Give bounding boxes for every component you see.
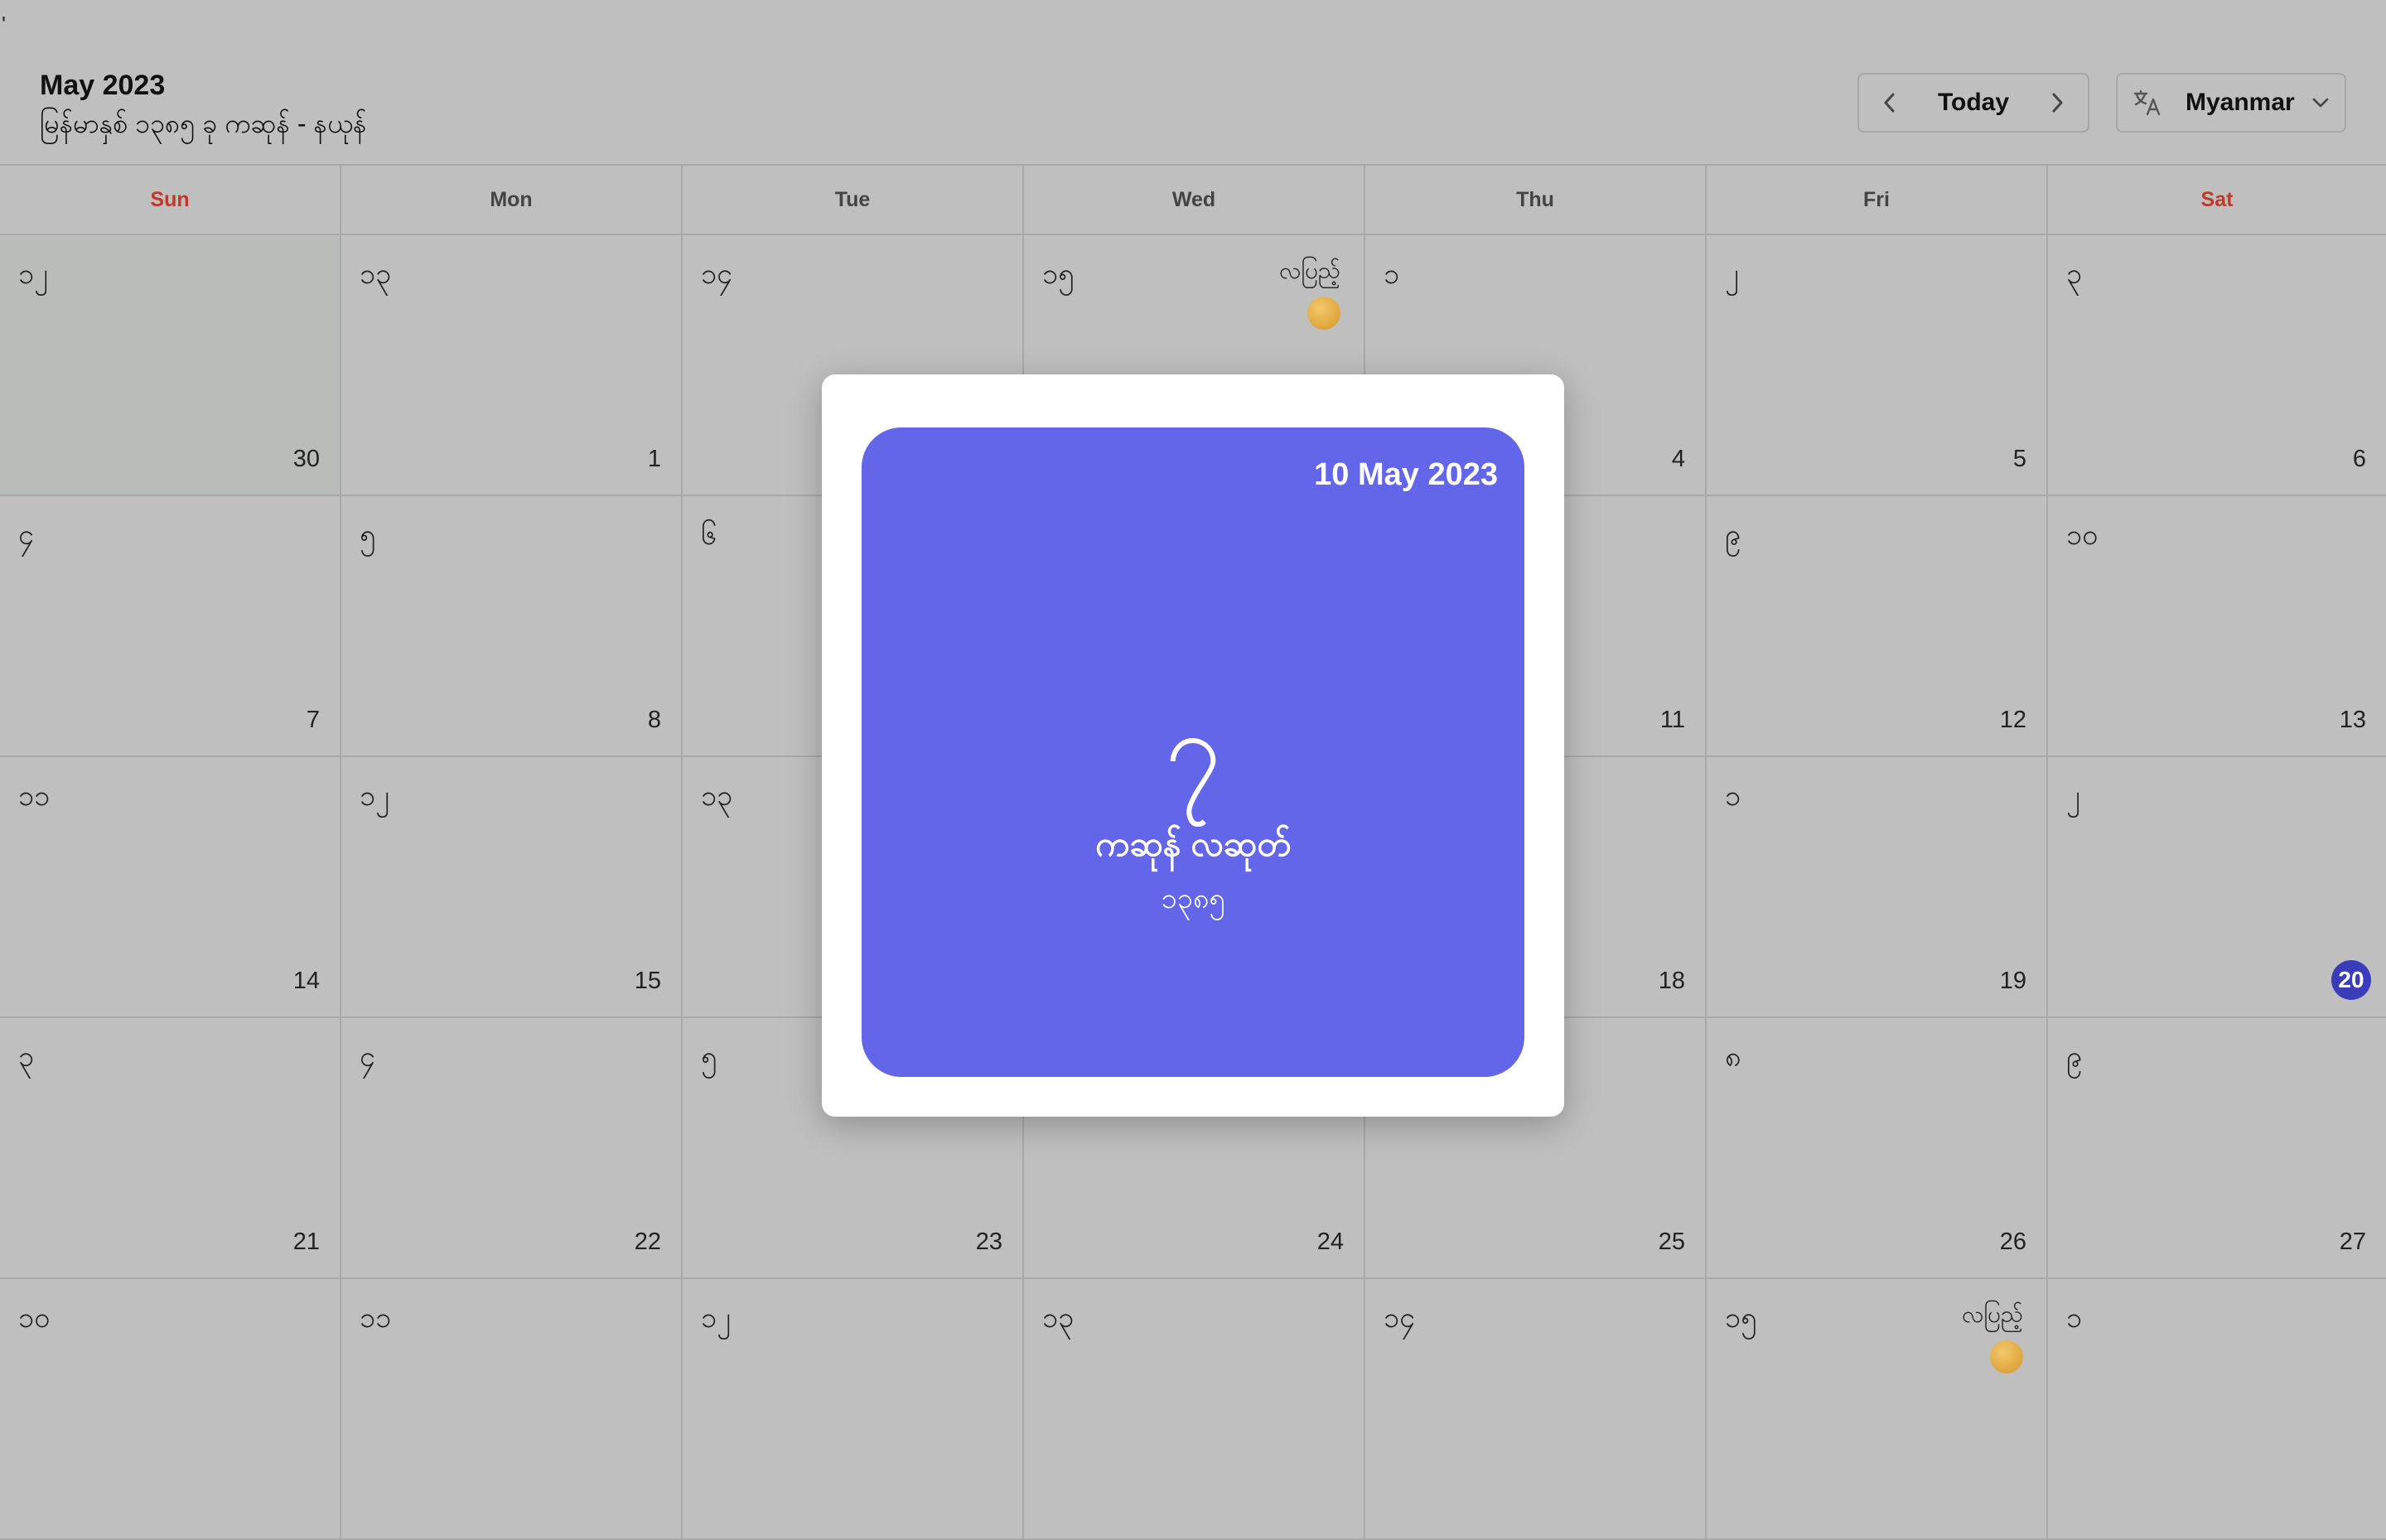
myanmar-day-number: ၇ [1165, 693, 1221, 804]
day-detail-modal: 10 May 2023 ၇ ကဆုန် လဆုတ် ၁၃၈၅ [822, 374, 1564, 1117]
day-detail-card: 10 May 2023 ၇ ကဆုန် လဆုတ် ၁၃၈၅ [862, 427, 1524, 1077]
modal-overlay[interactable]: 10 May 2023 ၇ ကဆုန် လဆုတ် ၁၃၈၅ [0, 0, 2386, 1491]
myanmar-month-phase: ကဆုန် လဆုတ် [1095, 824, 1291, 863]
selected-date: 10 May 2023 [1314, 457, 1498, 492]
myanmar-year: ၁၃၈၅ [1161, 883, 1225, 915]
